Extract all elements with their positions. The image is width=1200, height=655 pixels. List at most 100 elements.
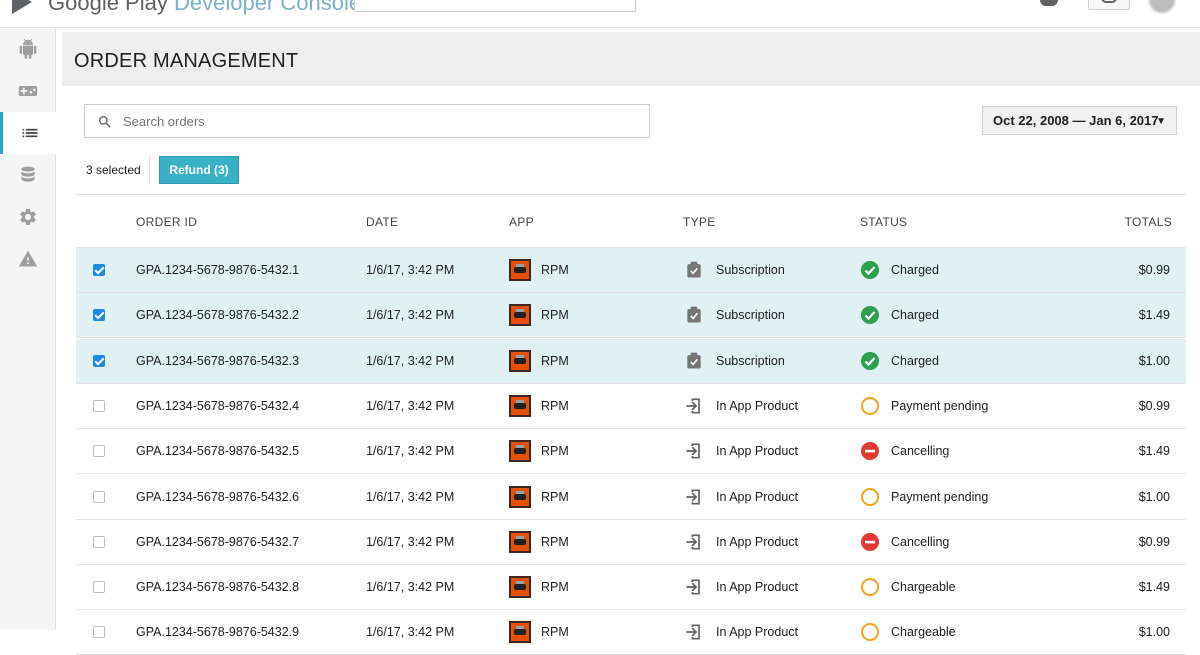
selected-count: 3 selected bbox=[86, 163, 141, 177]
in-app-product-icon bbox=[686, 534, 700, 550]
refund-button[interactable]: Refund (3) bbox=[159, 156, 239, 184]
order-total: $0.99 bbox=[1138, 398, 1170, 413]
date-range-label: Oct 22, 2008 — Jan 6, 2017 bbox=[993, 113, 1159, 128]
header-status[interactable]: STATUS bbox=[860, 215, 907, 229]
play-logo-icon bbox=[12, 0, 32, 14]
row-checkbox[interactable] bbox=[93, 399, 105, 412]
order-status: Cancelling bbox=[891, 534, 950, 549]
order-total: $0.99 bbox=[1138, 263, 1170, 277]
header-order-id[interactable]: ORDER ID bbox=[136, 215, 197, 229]
order-id: GPA.1234-5678-9876-5432.8 bbox=[136, 580, 300, 595]
row-checkbox[interactable] bbox=[93, 309, 105, 322]
order-date: 1/6/17, 3:42 PM bbox=[366, 625, 455, 640]
sidebar-item-database[interactable] bbox=[0, 154, 56, 196]
header-totals[interactable]: TOTALS bbox=[1125, 215, 1172, 229]
app-name: RPM bbox=[541, 489, 569, 504]
divider bbox=[149, 155, 150, 185]
table-row[interactable]: GPA.1234-5678-9876-5432.3 1/6/17, 3:42 PM… bbox=[76, 338, 1186, 384]
app-thumbnail-icon bbox=[509, 576, 531, 599]
gamepad-icon bbox=[18, 86, 38, 96]
order-date: 1/6/17, 3:42 PM bbox=[366, 489, 455, 504]
table-row[interactable]: GPA.1234-5678-9876-5432.6 1/6/17, 3:42 PM… bbox=[76, 475, 1186, 520]
order-total: $1.49 bbox=[1138, 444, 1170, 459]
global-search-input[interactable] bbox=[354, 0, 636, 12]
order-type: In App Product bbox=[716, 444, 799, 459]
cancel-circle-icon bbox=[861, 532, 879, 551]
order-id: GPA.1234-5678-9876-5432.3 bbox=[136, 353, 300, 368]
pending-circle-icon bbox=[861, 396, 879, 415]
settings-gear-icon bbox=[20, 209, 36, 225]
order-total: $1.00 bbox=[1138, 489, 1170, 504]
app-thumbnail-icon bbox=[509, 530, 531, 553]
order-status: Charged bbox=[891, 263, 939, 277]
date-range-dropdown[interactable]: Oct 22, 2008 — Jan 6, 2017 ▼ bbox=[982, 106, 1177, 135]
app-thumbnail-icon bbox=[509, 394, 531, 417]
order-type: In App Product bbox=[716, 580, 799, 595]
sidebar-item-alerts[interactable] bbox=[0, 238, 56, 280]
row-checkbox[interactable] bbox=[93, 264, 105, 276]
app-thumbnail-icon bbox=[509, 621, 531, 644]
subscription-icon bbox=[687, 306, 701, 323]
feedback-button[interactable] bbox=[1088, 0, 1130, 10]
row-checkbox[interactable] bbox=[93, 445, 105, 458]
search-orders-field[interactable] bbox=[84, 104, 650, 138]
header-date[interactable]: DATE bbox=[366, 215, 398, 229]
order-id: GPA.1234-5678-9876-5432.5 bbox=[136, 444, 300, 459]
search-orders-input[interactable] bbox=[123, 111, 623, 131]
app-name: RPM bbox=[541, 625, 569, 640]
order-status: Charged bbox=[891, 353, 939, 368]
table-row[interactable]: GPA.1234-5678-9876-5432.8 1/6/17, 3:42 PM… bbox=[76, 565, 1186, 611]
order-total: $0.99 bbox=[1138, 534, 1170, 549]
order-type: In App Product bbox=[716, 625, 799, 640]
sidebar-nav bbox=[0, 28, 56, 630]
app-name: RPM bbox=[541, 263, 569, 277]
table-row[interactable]: GPA.1234-5678-9876-5432.4 1/6/17, 3:42 PM… bbox=[76, 384, 1186, 429]
table-row[interactable]: GPA.1234-5678-9876-5432.1 1/6/17, 3:42 PM… bbox=[76, 248, 1186, 293]
row-checkbox[interactable] bbox=[93, 581, 105, 594]
order-date: 1/6/17, 3:42 PM bbox=[366, 263, 455, 277]
table-row[interactable]: GPA.1234-5678-9876-5432.9 1/6/17, 3:42 PM… bbox=[76, 610, 1186, 655]
table-row[interactable]: GPA.1234-5678-9876-5432.2 1/6/17, 3:42 PM… bbox=[76, 293, 1186, 339]
row-checkbox[interactable] bbox=[93, 626, 105, 639]
header-type[interactable]: TYPE bbox=[683, 215, 716, 229]
sidebar-item-settings[interactable] bbox=[0, 196, 56, 238]
sidebar-item-apps[interactable] bbox=[0, 28, 56, 70]
row-checkbox[interactable] bbox=[93, 535, 105, 548]
order-type: In App Product bbox=[716, 489, 799, 504]
order-status: Payment pending bbox=[891, 398, 989, 413]
order-date: 1/6/17, 3:42 PM bbox=[366, 398, 455, 413]
order-id: GPA.1234-5678-9876-5432.7 bbox=[136, 534, 300, 549]
in-app-product-icon bbox=[686, 443, 700, 459]
in-app-product-icon bbox=[686, 624, 700, 640]
page-title: ORDER MANAGEMENT bbox=[74, 50, 299, 72]
table-row[interactable]: GPA.1234-5678-9876-5432.5 1/6/17, 3:42 PM… bbox=[76, 429, 1186, 475]
notifications-bell-icon[interactable] bbox=[1040, 0, 1058, 6]
row-checkbox[interactable] bbox=[93, 490, 105, 503]
check-circle-icon bbox=[861, 261, 879, 279]
sidebar-item-orders[interactable] bbox=[0, 112, 56, 154]
pending-circle-icon bbox=[861, 578, 879, 597]
user-avatar[interactable] bbox=[1148, 0, 1176, 14]
order-total: $1.49 bbox=[1138, 308, 1170, 323]
app-thumbnail-icon bbox=[509, 304, 531, 327]
row-checkbox[interactable] bbox=[93, 354, 105, 367]
main-content: ORDER MANAGEMENT Oct 22, 2008 — Jan 6, 2… bbox=[62, 28, 1200, 655]
app-name: RPM bbox=[541, 444, 569, 459]
order-type: Subscription bbox=[716, 263, 785, 277]
order-status: Payment pending bbox=[891, 489, 989, 504]
brand-title: Google Play Developer Console bbox=[48, 0, 361, 16]
app-name: RPM bbox=[541, 398, 569, 413]
table-row[interactable]: GPA.1234-5678-9876-5432.7 1/6/17, 3:42 PM… bbox=[76, 520, 1186, 565]
sidebar-item-games[interactable] bbox=[0, 70, 56, 112]
in-app-product-icon bbox=[686, 489, 700, 504]
order-date: 1/6/17, 3:42 PM bbox=[366, 353, 455, 368]
order-status: Cancelling bbox=[891, 444, 950, 459]
android-icon bbox=[19, 39, 37, 59]
top-app-bar: Google Play Developer Console bbox=[0, 0, 1200, 28]
header-app[interactable]: APP bbox=[509, 215, 534, 229]
brand-name: Google Play bbox=[48, 0, 168, 15]
app-thumbnail-icon bbox=[509, 485, 531, 508]
order-total: $1.49 bbox=[1138, 580, 1170, 595]
order-id: GPA.1234-5678-9876-5432.9 bbox=[136, 625, 300, 640]
search-icon bbox=[99, 116, 111, 128]
